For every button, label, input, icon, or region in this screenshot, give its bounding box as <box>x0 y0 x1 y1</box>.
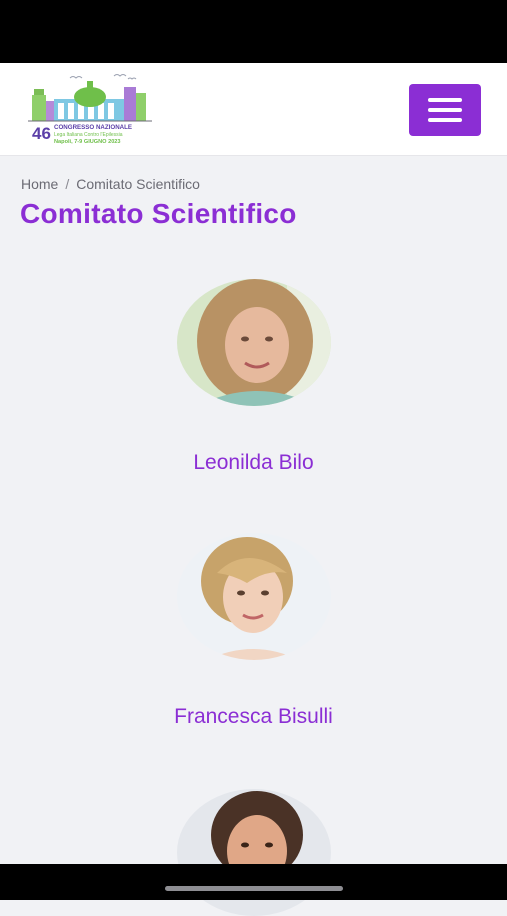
site-header: 46 CONGRESSO NAZIONALE Lega Italiana Con… <box>0 63 507 156</box>
page-title: Comitato Scientifico <box>20 198 297 229</box>
logo-edition-number: 46 <box>32 124 51 143</box>
hamburger-menu-icon <box>428 98 462 102</box>
congress-logo[interactable]: 46 CONGRESSO NAZIONALE Lega Italiana Con… <box>24 73 156 145</box>
logo-line-3: Napoli, 7-9 GIUGNO 2023 <box>54 139 121 145</box>
member-name[interactable]: Francesca Bisulli <box>0 705 507 729</box>
hamburger-menu-icon <box>428 118 462 122</box>
congress-logo-graphic: 46 CONGRESSO NAZIONALE Lega Italiana Con… <box>28 74 152 145</box>
menu-toggle-button[interactable] <box>409 84 481 136</box>
member-name[interactable]: Leonilda Bilo <box>0 451 507 475</box>
member-photo[interactable] <box>177 279 331 406</box>
hamburger-menu-icon <box>428 108 462 112</box>
breadcrumb-home-link[interactable]: Home <box>21 176 58 192</box>
home-indicator[interactable] <box>165 886 343 891</box>
logo-line-1: CONGRESSO NAZIONALE <box>54 124 132 131</box>
status-bar <box>0 0 507 63</box>
breadcrumb-current: Comitato Scientifico <box>76 176 200 192</box>
breadcrumb: Home / Comitato Scientifico <box>21 176 200 192</box>
logo-line-2: Lega Italiana Contro l'Epilessia <box>54 132 123 138</box>
member-photo[interactable] <box>177 533 331 660</box>
breadcrumb-separator: / <box>65 176 70 192</box>
system-navigation-bar <box>0 864 507 900</box>
